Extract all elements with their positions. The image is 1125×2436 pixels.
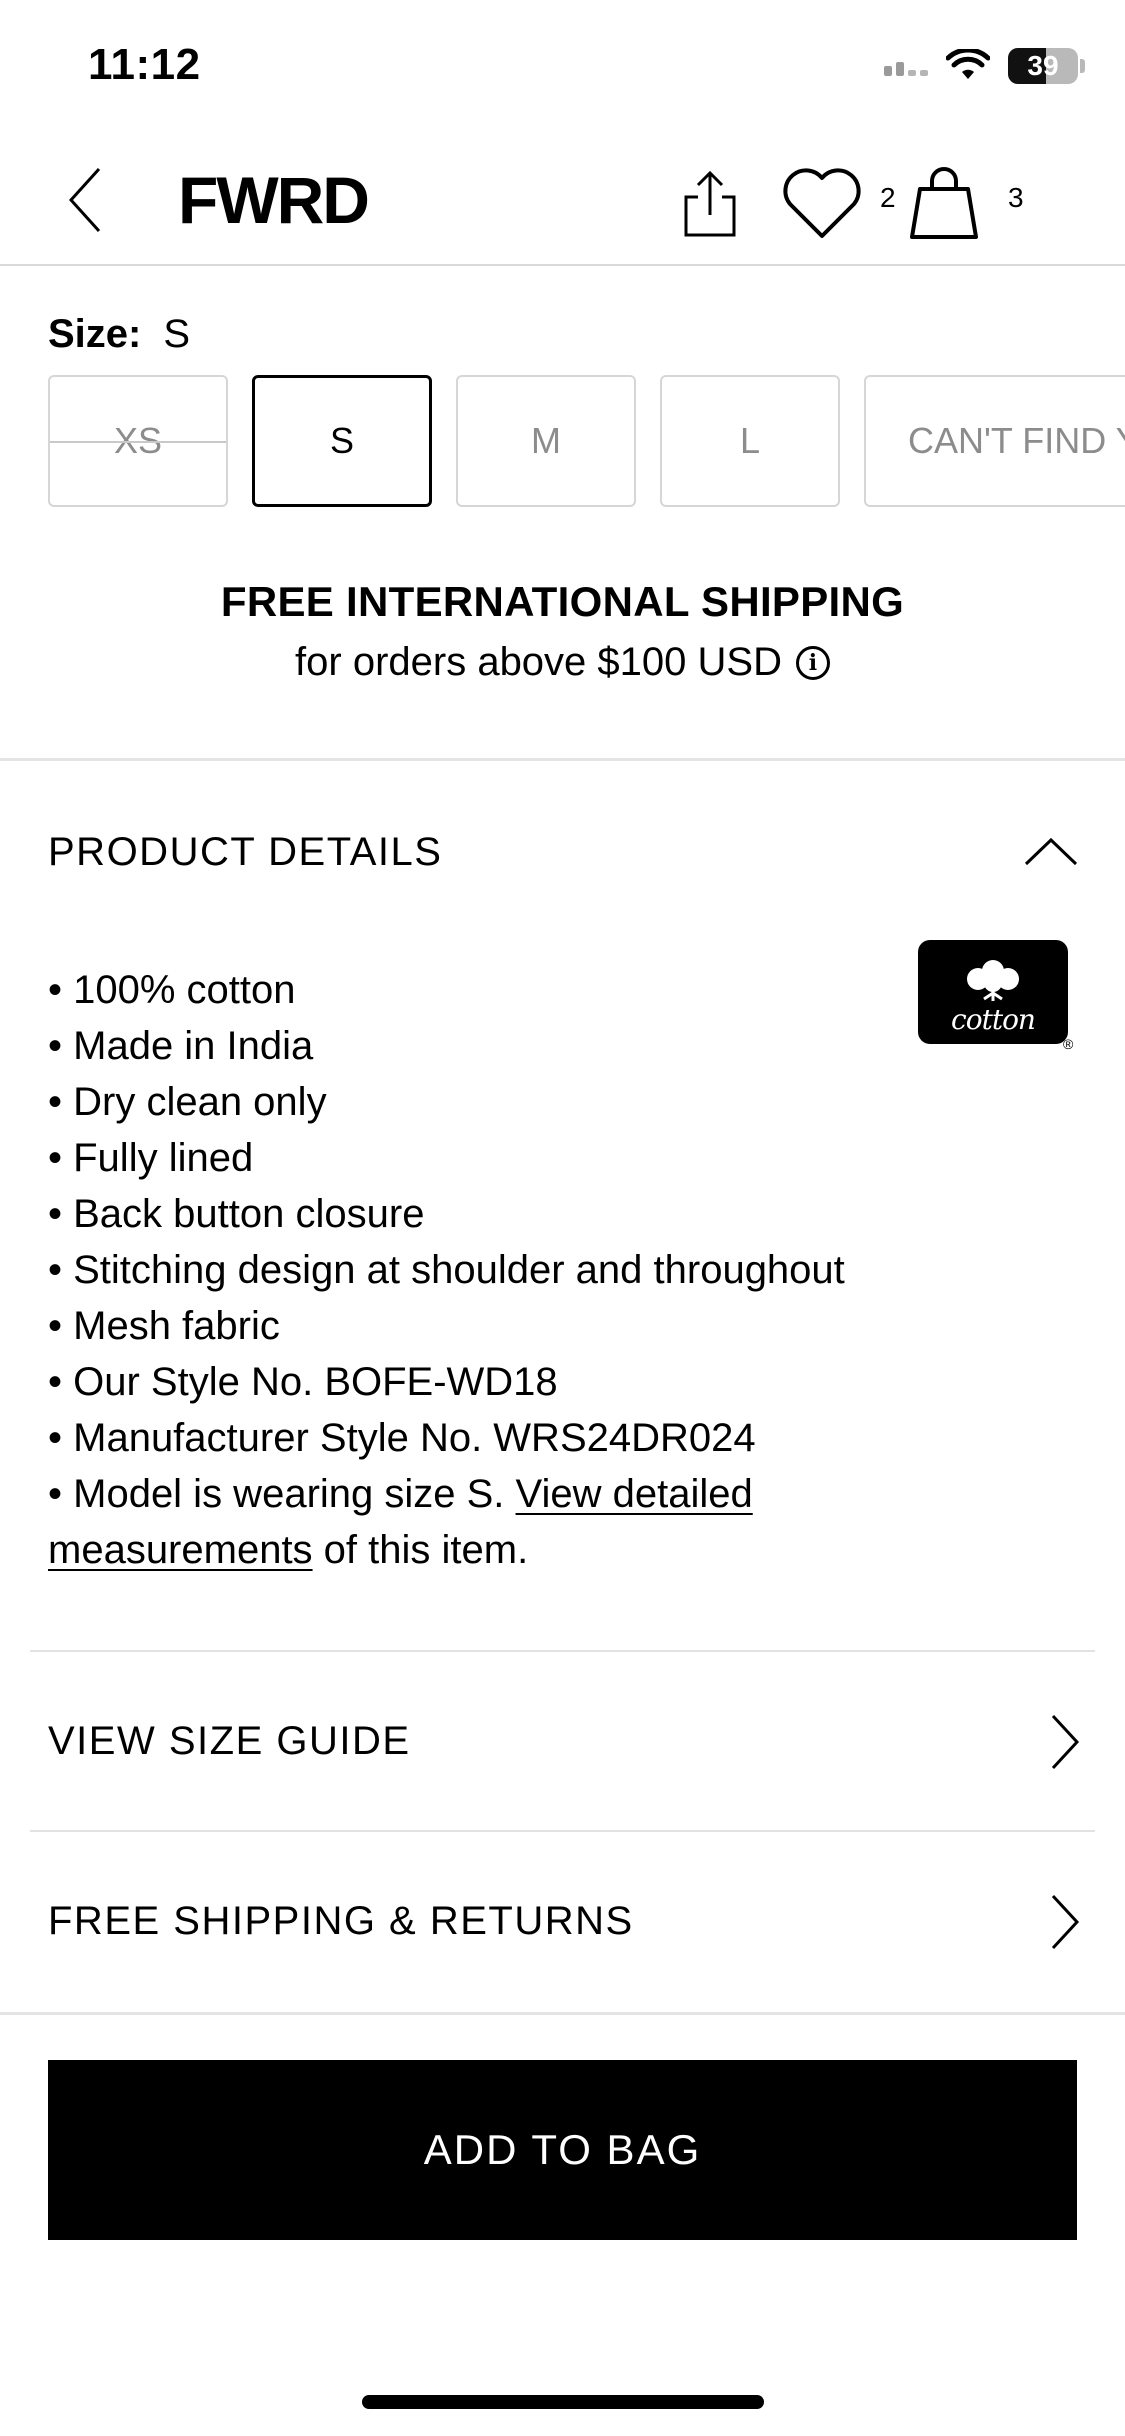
status-icons: 39: [884, 48, 1085, 84]
size-option-cant-find[interactable]: CAN'T FIND Y: [864, 375, 1125, 507]
section-divider: [0, 758, 1125, 761]
list-item: Stitching design at shoulder and through…: [48, 1242, 918, 1298]
battery-level: 39: [1027, 50, 1059, 81]
wishlist-button[interactable]: [782, 158, 872, 248]
model-note-prefix: Model is wearing size S.: [73, 1472, 516, 1516]
chevron-left-icon: [68, 167, 101, 233]
shopping-bag-button[interactable]: [906, 158, 986, 248]
brand-logo[interactable]: FWRD: [178, 162, 370, 238]
heart-icon: [783, 168, 861, 238]
share-button[interactable]: [680, 158, 750, 248]
cotton-logo: cotton: [918, 940, 1068, 1044]
size-option-s[interactable]: S: [252, 375, 432, 507]
chevron-right-icon: [1051, 1714, 1080, 1770]
product-details-title[interactable]: PRODUCT DETAILS: [48, 830, 442, 875]
product-details-list: 100% cotton Made in India Dry clean only…: [48, 962, 918, 1578]
list-item: Mesh fabric: [48, 1298, 918, 1354]
battery-icon: 39: [1008, 48, 1078, 84]
shopping-bag-icon: [910, 167, 978, 239]
list-item: 100% cotton: [48, 962, 918, 1018]
size-option-m[interactable]: M: [456, 375, 636, 507]
top-nav-bar: FWRD 2 3: [0, 140, 1125, 266]
size-option-l[interactable]: L: [660, 375, 840, 507]
status-time: 11:12: [88, 40, 201, 89]
share-icon: [684, 170, 736, 237]
cotton-logo-text: cotton: [951, 1003, 1036, 1036]
bag-count: 3: [1008, 182, 1024, 213]
view-size-guide-label: VIEW SIZE GUIDE: [48, 1718, 411, 1763]
shipping-banner-subtitle-text: for orders above $100 USD: [295, 640, 782, 684]
info-icon[interactable]: i: [795, 645, 830, 680]
wifi-icon: [946, 49, 990, 79]
section-divider: [0, 2012, 1125, 2015]
list-item: Manufacturer Style No. WRS24DR024: [48, 1410, 918, 1466]
list-item: Our Style No. BOFE-WD18: [48, 1354, 918, 1410]
product-details-collapse-button[interactable]: [1021, 826, 1081, 876]
status-bar: 11:12 39: [0, 0, 1125, 140]
size-label: Size: S: [48, 312, 190, 357]
list-item: Dry clean only: [48, 1074, 918, 1130]
wishlist-count: 2: [880, 182, 896, 213]
list-item: Fully lined: [48, 1130, 918, 1186]
cotton-boll-icon: [967, 960, 1019, 1001]
chevron-up-icon: [1024, 837, 1078, 866]
size-options: XS S M L CAN'T FIND Y: [48, 375, 1125, 507]
list-item-model-note: Model is wearing size S. View detailed m…: [48, 1466, 918, 1578]
model-note-suffix: of this item.: [312, 1528, 529, 1572]
view-size-guide-row[interactable]: VIEW SIZE GUIDE: [30, 1650, 1095, 1830]
registered-mark: ®: [1063, 1036, 1074, 1052]
size-label-text: Size:: [48, 312, 142, 356]
back-button[interactable]: [50, 160, 120, 240]
selected-size-value: S: [163, 312, 191, 356]
chevron-right-icon: [1051, 1894, 1080, 1950]
shipping-banner-subtitle: for orders above $100 USD i: [0, 640, 1125, 685]
shipping-banner-title: FREE INTERNATIONAL SHIPPING: [220, 578, 905, 625]
shipping-returns-row[interactable]: FREE SHIPPING & RETURNS: [30, 1830, 1095, 2010]
cellular-signal-icon: [884, 56, 928, 76]
list-item: Made in India: [48, 1018, 918, 1074]
size-option-xs[interactable]: XS: [48, 375, 228, 507]
add-to-bag-button[interactable]: ADD TO BAG: [48, 2060, 1077, 2240]
list-item: Back button closure: [48, 1186, 918, 1242]
home-indicator: [362, 2395, 764, 2409]
shipping-returns-label: FREE SHIPPING & RETURNS: [48, 1898, 634, 1943]
